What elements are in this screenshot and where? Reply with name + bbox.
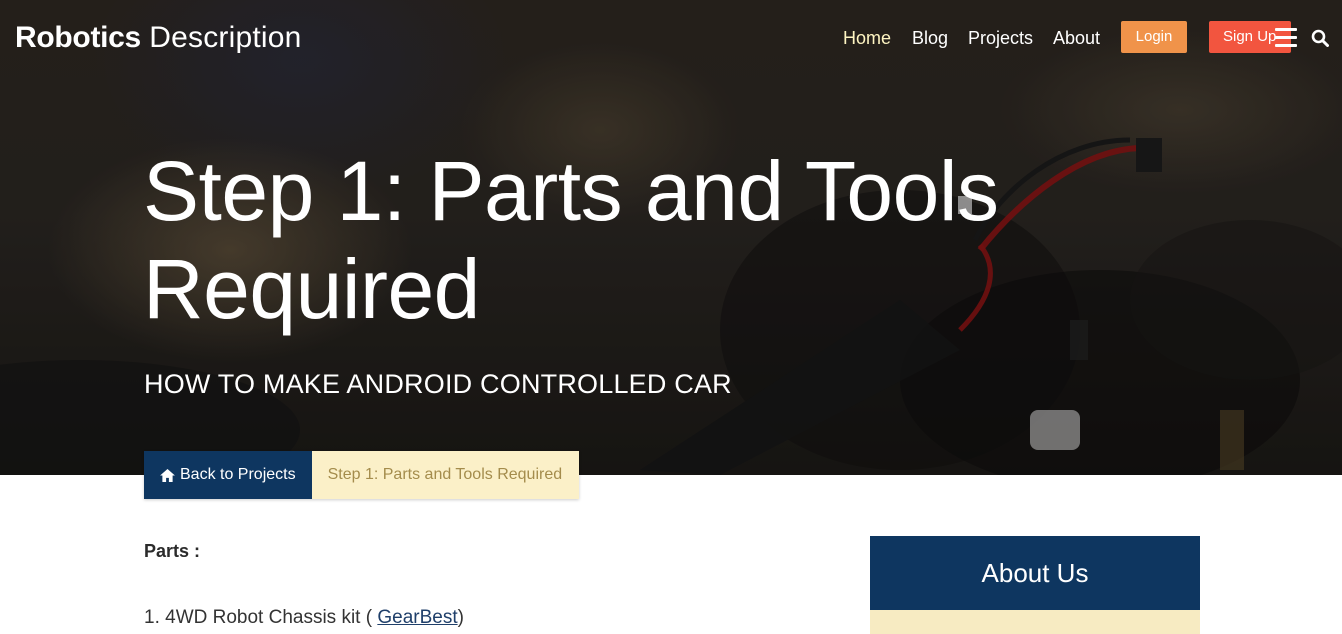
page-subtitle: HOW TO MAKE ANDROID CONTROLLED CAR: [144, 369, 732, 399]
item-suffix: ): [457, 607, 464, 628]
nav-projects-link[interactable]: Projects: [968, 26, 1033, 50]
parts-heading: Parts :: [144, 541, 201, 561]
about-us-heading: About Us: [870, 536, 1200, 610]
site-logo[interactable]: Robotics Description: [15, 20, 302, 56]
breadcrumb-current: Step 1: Parts and Tools Required: [311, 451, 580, 499]
search-icon[interactable]: [1311, 29, 1329, 47]
page-title: Step 1: Parts and Tools Required: [143, 144, 999, 336]
list-item: 1. 4WD Robot Chassis kit ( GearBest): [144, 607, 464, 629]
login-button[interactable]: Login: [1121, 21, 1187, 53]
nav-home-link[interactable]: Home: [843, 26, 891, 50]
hero-banner: Robotics Description Home Blog Projects …: [0, 0, 1342, 475]
about-us-panel: [870, 610, 1200, 634]
home-icon: [160, 468, 175, 482]
item-text: 1. 4WD Robot Chassis kit (: [144, 607, 378, 628]
brand-light: Description: [149, 21, 302, 54]
back-to-projects-button[interactable]: Back to Projects: [144, 451, 312, 499]
breadcrumb: Back to Projects Step 1: Parts and Tools…: [144, 451, 580, 499]
nav-about-link[interactable]: About: [1053, 26, 1100, 50]
brand-bold: Robotics: [15, 21, 141, 54]
back-to-projects-label: Back to Projects: [180, 466, 296, 483]
hamburger-menu-icon[interactable]: [1275, 28, 1297, 48]
gearbest-link[interactable]: GearBest: [377, 607, 457, 628]
nav-blog-link[interactable]: Blog: [912, 26, 948, 50]
